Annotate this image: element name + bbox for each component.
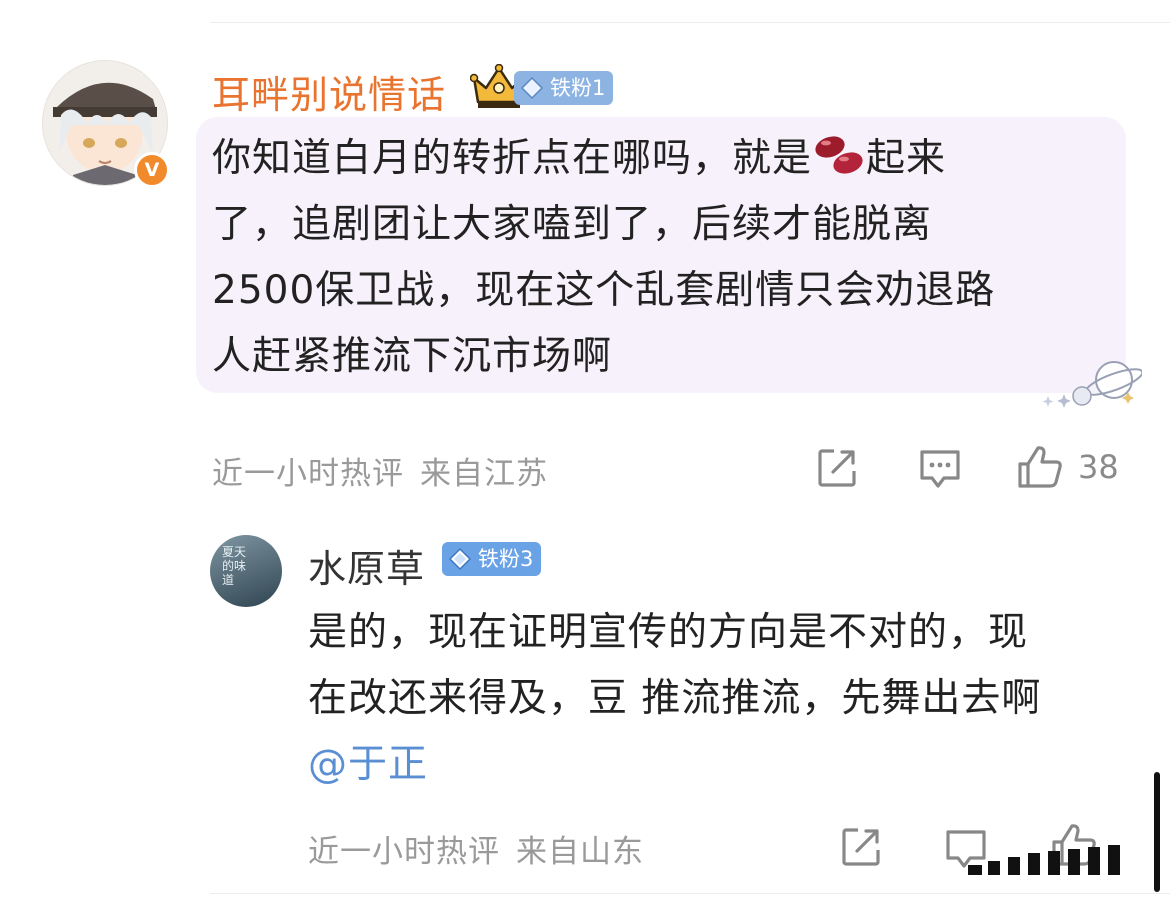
comment-username[interactable]: 耳畔别说情话	[212, 64, 446, 119]
diamond-icon	[448, 547, 472, 581]
comment-line-1: 你知道白月的转折点在哪吗，就是 起来	[212, 126, 1112, 192]
reply-avatar-text: 夏天的味道	[222, 545, 247, 587]
reply-share-button[interactable]	[840, 826, 882, 868]
comment-text-part1: 你知道白月的转折点在哪吗，就是	[212, 136, 813, 181]
reply-avatar[interactable]: 夏天的味道	[210, 535, 282, 607]
comment-line-3: 2500保卫战，现在这个乱套剧情只会劝退路	[212, 268, 996, 313]
comment-time: 近一小时热评	[212, 456, 404, 492]
fan-gem-icon	[520, 76, 544, 110]
comment-text-part2: 起来	[866, 136, 947, 181]
comment-meta: 近一小时热评 来自江苏	[212, 448, 548, 493]
comment-line-2: 了，追剧团让大家嗑到了，后续才能脱离	[212, 202, 933, 247]
thumbs-up-icon	[1018, 446, 1062, 488]
share-icon	[842, 828, 880, 866]
reply-time: 近一小时热评	[308, 834, 500, 870]
signal-bars-overlay	[966, 843, 1136, 879]
fan-badge-label: 铁粉3	[478, 547, 534, 571]
top-divider	[210, 22, 1170, 23]
verified-badge: V	[134, 152, 170, 188]
bean-emoji-icon	[812, 131, 866, 179]
bottom-divider	[210, 893, 1170, 894]
like-button[interactable]: 38	[1016, 444, 1119, 490]
scrollbar[interactable]	[1154, 772, 1160, 892]
reply-username[interactable]: 水原草	[308, 538, 425, 593]
like-count: 38	[1078, 448, 1119, 486]
reply-text: 是的，现在证明宣传的方向是不对的，现 在改还来得及，豆 推流推流，先舞出去啊 @…	[308, 600, 1138, 798]
fan-badge-label: 铁粉1	[550, 76, 606, 100]
reply-mention[interactable]: @于正	[308, 732, 1138, 798]
reply-location: 来自山东	[516, 834, 644, 870]
share-button[interactable]	[816, 447, 858, 489]
reply-meta: 近一小时热评 来自山东	[308, 826, 644, 871]
comment-button[interactable]	[918, 448, 962, 490]
fan-badge-level1[interactable]: 铁粉1	[514, 71, 614, 105]
comment-text: 你知道白月的转折点在哪吗，就是 起来 了，追剧团让大家嗑到了，后续才能脱离 25…	[212, 126, 1112, 390]
comment-icon	[920, 450, 960, 488]
reply-line-1: 是的，现在证明宣传的方向是不对的，现	[308, 610, 1029, 655]
reply-line-2: 在改还来得及，豆 推流推流，先舞出去啊	[308, 676, 1042, 721]
verified-mark: V	[144, 159, 160, 181]
comment-line-4: 人赶紧推流下沉市场啊	[212, 334, 613, 379]
fan-badge-level3[interactable]: 铁粉3	[442, 542, 542, 576]
comment-location: 来自江苏	[420, 456, 548, 492]
share-icon	[818, 449, 856, 487]
